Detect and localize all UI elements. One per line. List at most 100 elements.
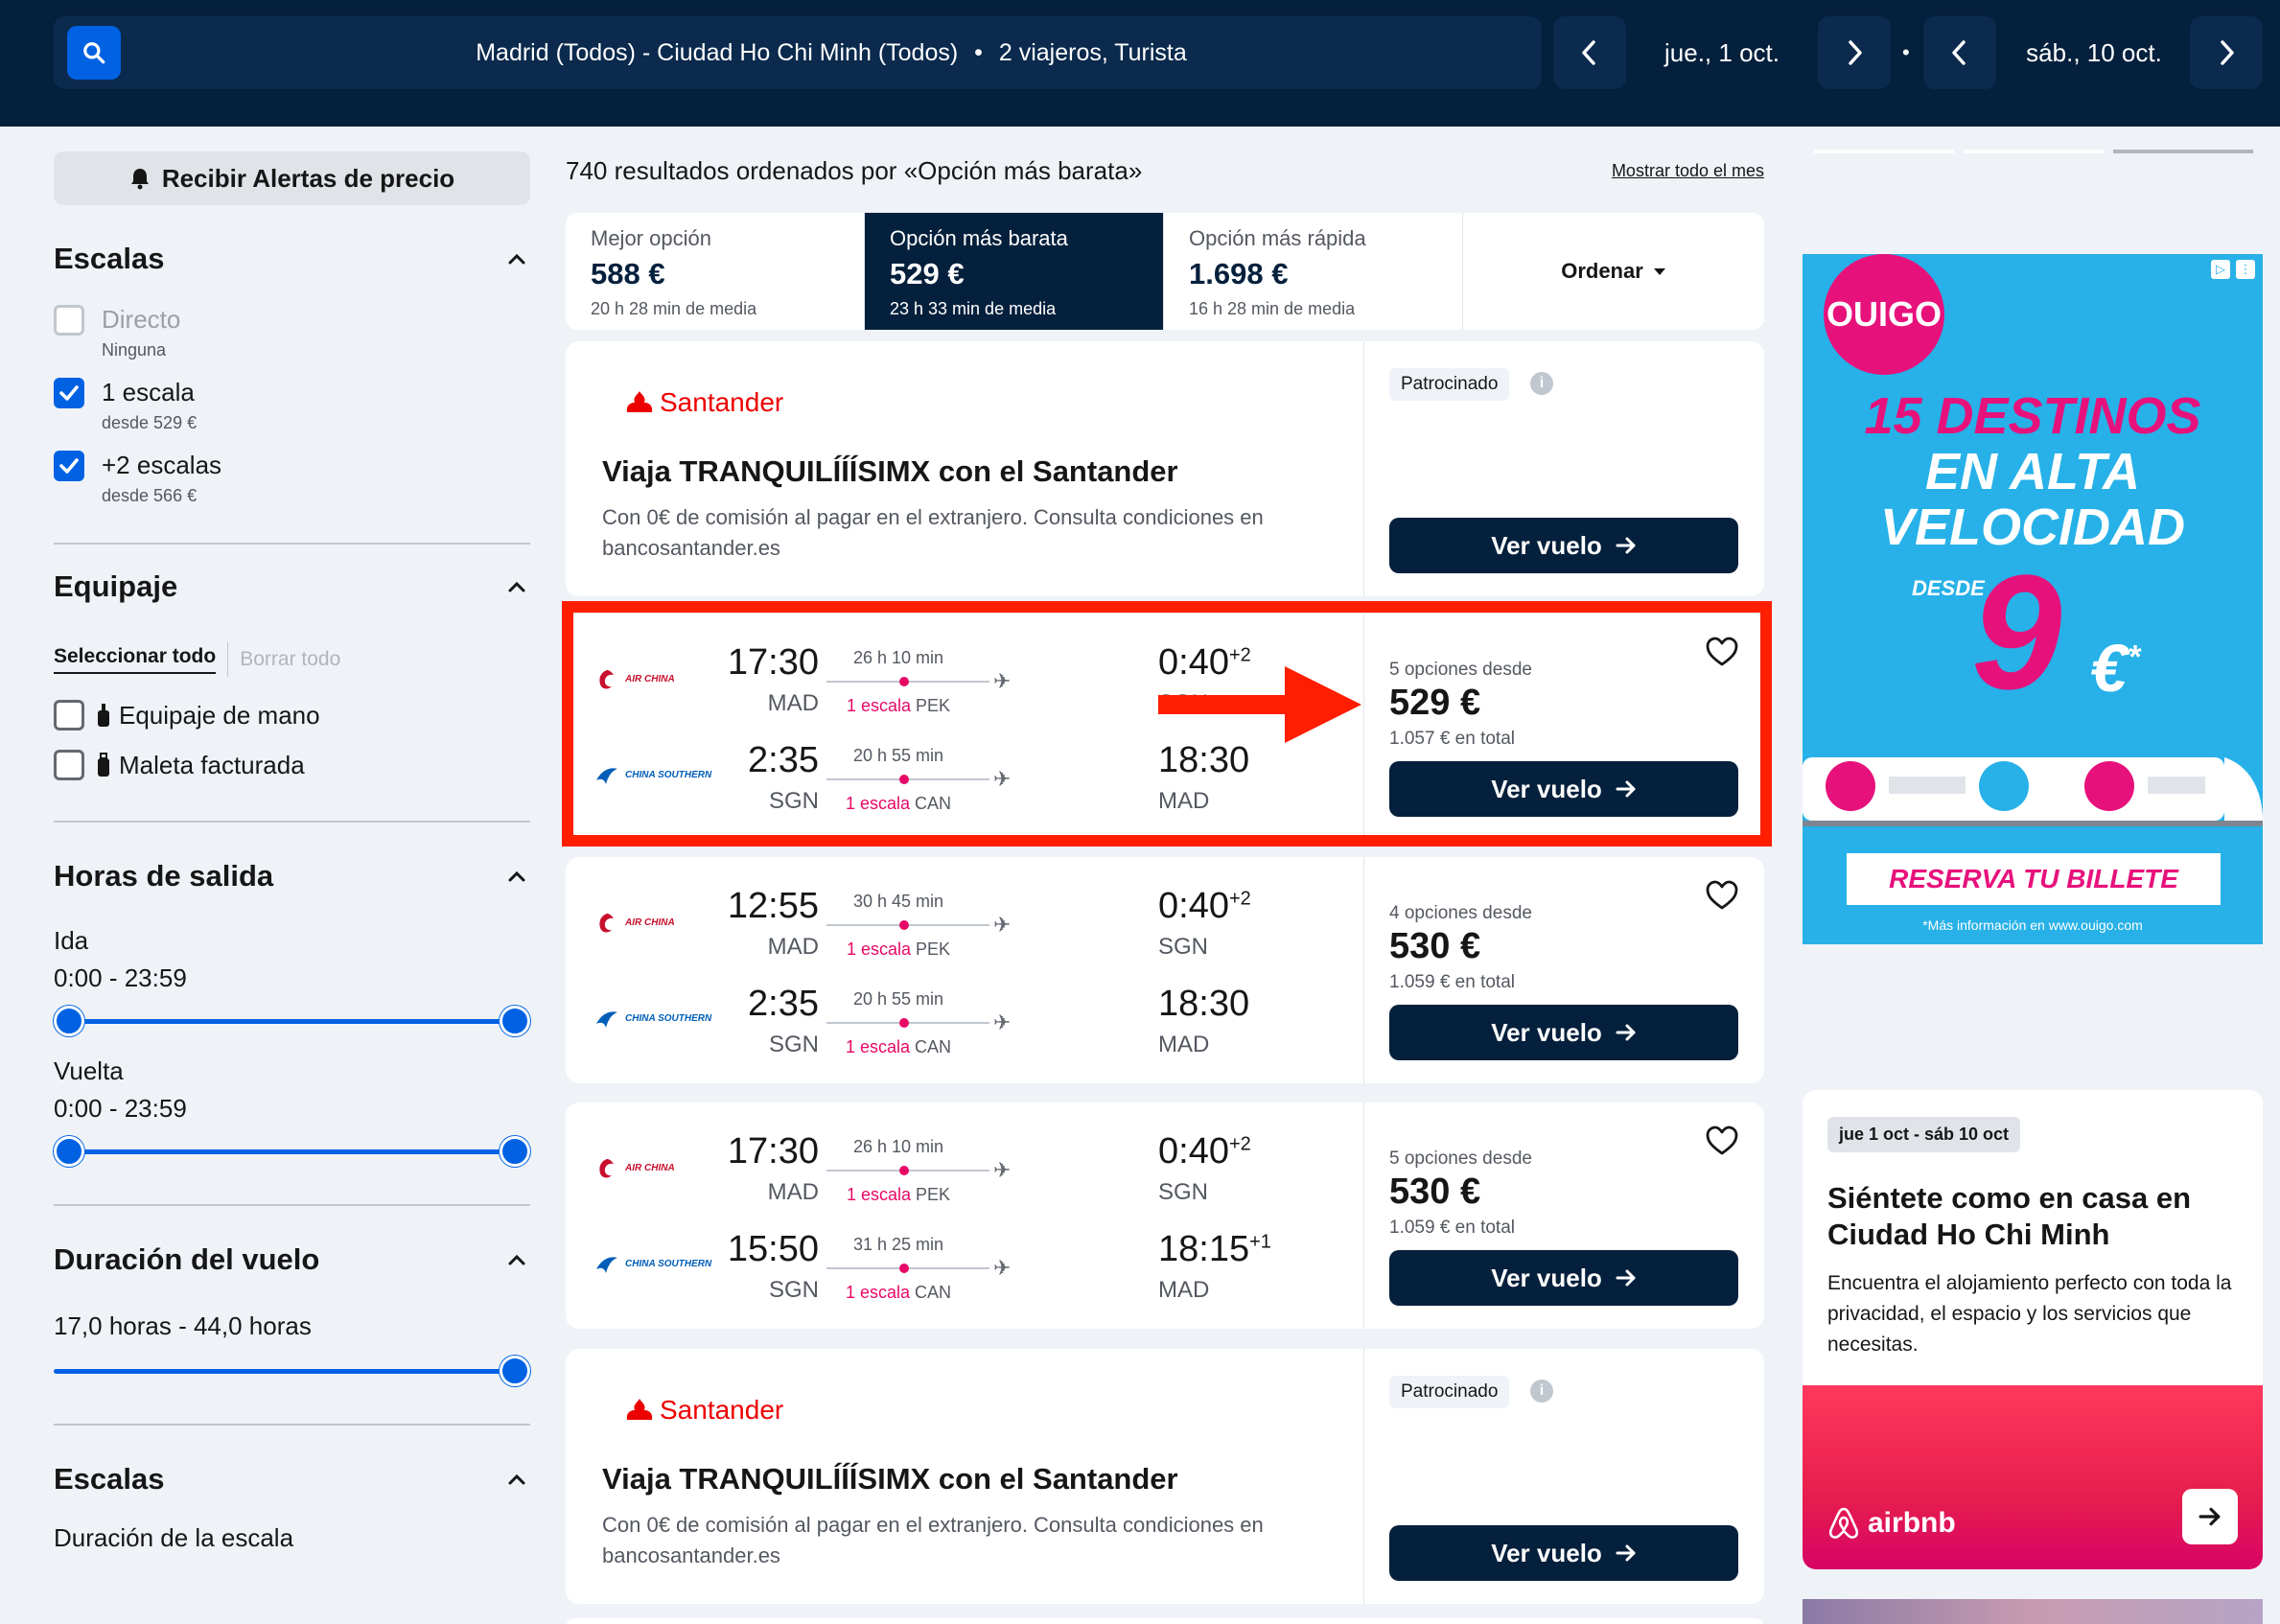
sponsored-badge: Patrocinado [1389, 368, 1510, 401]
checkbox-checked-bag[interactable] [54, 750, 84, 780]
day-offset: +1 [1249, 1231, 1271, 1253]
total-price: 1.059 € en total [1389, 972, 1515, 992]
view-flight-button[interactable]: Ver vuelo [1389, 1005, 1738, 1060]
clear-all-baggage[interactable]: Borrar todo [240, 648, 340, 671]
ad-description: Con 0€ de comisión al pagar en el extran… [602, 505, 1264, 560]
china-southern-logo-icon [596, 1011, 617, 1028]
flight-leg-inbound: CHINA SOUTHERN 2:35 SGN 20 h 55 min ✈ 1 escal… [566, 976, 1363, 1072]
arrival-airport: MAD [1158, 1277, 1210, 1303]
divider [54, 1424, 530, 1426]
filters-sidebar: Recibir Alertas de precio Escalas Direct… [54, 151, 530, 1553]
next-depart-date-button[interactable] [1818, 16, 1891, 89]
slider-handle-max[interactable] [500, 1006, 530, 1036]
heart-icon[interactable] [1705, 1124, 1739, 1158]
ad-title: Viaja TRANQUILÍÍÍSIMX con el Santander [602, 454, 1178, 488]
search-button[interactable] [67, 26, 121, 80]
checkbox-carry-on[interactable] [54, 700, 84, 731]
santander-flame-icon [626, 391, 653, 412]
flight-result-card[interactable]: AIR CHINA 12:55 MAD 30 h 45 min ✈ 1 escala PE… [566, 857, 1764, 1083]
ad-open-button[interactable] [2182, 1489, 2238, 1544]
tab-best[interactable]: Mejor opción 588 € 20 h 28 min de media [566, 213, 865, 330]
tab-cheapest[interactable]: Opción más barata 529 € 23 h 33 min de m… [865, 213, 1164, 330]
duration-filter-header[interactable]: Duración del vuelo [54, 1242, 530, 1277]
baggage-option-carry-on[interactable]: Equipaje de mano [54, 700, 530, 731]
arrow-right-icon [1616, 1544, 1636, 1562]
depart-date[interactable]: jue., 1 oct. [1630, 16, 1814, 89]
arrow-right-icon [1616, 1269, 1636, 1287]
chevron-right-icon [2221, 40, 2234, 65]
tab-fastest[interactable]: Opción más rápida 1.698 € 16 h 28 min de… [1164, 213, 1463, 330]
prev-depart-date-button[interactable] [1553, 16, 1626, 89]
departure-airport: SGN [768, 1032, 819, 1057]
chevron-up-icon [508, 1254, 525, 1265]
return-date[interactable]: sáb., 10 oct. [2000, 16, 2188, 89]
view-flight-button[interactable]: Ver vuelo [1389, 1525, 1738, 1581]
view-flight-button[interactable]: Ver vuelo [1389, 1250, 1738, 1306]
select-all-baggage[interactable]: Seleccionar todo [54, 645, 217, 674]
price-alert-button[interactable]: Recibir Alertas de precio [54, 151, 530, 205]
chevron-left-icon [1582, 40, 1595, 65]
sponsored-badge: Patrocinado [1389, 1376, 1510, 1408]
arrival-time: 18:15+1 [1158, 1229, 1271, 1269]
slider-handle-max[interactable] [500, 1356, 530, 1386]
air-china-logo-icon [599, 914, 614, 933]
price: 530 € [1389, 1172, 1481, 1212]
stops-info: 1 escala PEK [846, 940, 951, 959]
airbnb-icon [1828, 1507, 1859, 1539]
more-options-icon: ⋮ [2236, 260, 2255, 279]
flight-result-card[interactable]: AIR CHINA 17:30 MAD 26 h 10 min ✈ 1 escala PE… [566, 1102, 1764, 1329]
flight-duration: 30 h 45 min [852, 892, 944, 911]
carry-on-bag-icon [98, 704, 109, 727]
return-range: 0:00 - 23:59 [54, 1094, 187, 1123]
next-return-date-button[interactable] [2190, 16, 2263, 89]
slider-handle-min[interactable] [54, 1006, 84, 1036]
caret-down-icon [1653, 268, 1665, 275]
departure-time: 12:55 [727, 886, 819, 926]
checkbox-one-stop[interactable] [54, 378, 84, 408]
slider-handle-min[interactable] [54, 1136, 84, 1167]
search-summary[interactable]: Madrid (Todos) - Ciudad Ho Chi Minh (Tod… [54, 16, 1542, 89]
layover-duration-label: Duración de la escala [54, 1523, 294, 1552]
airline-logo: CHINA SOUTHERN [594, 1009, 711, 1030]
stop-dot [899, 1166, 909, 1175]
baggage-option-checked[interactable]: Maleta facturada [54, 750, 530, 780]
stops-option-two-plus[interactable]: +2 escalas desde 566 € [54, 451, 530, 506]
next-result-card-edge [566, 1618, 1764, 1624]
info-icon[interactable]: i [1530, 1380, 1553, 1403]
checkbox-direct[interactable] [54, 305, 84, 336]
show-month-link[interactable]: Mostrar todo el mes [1612, 161, 1764, 181]
chevron-up-icon [508, 1473, 525, 1485]
airbnb-ad[interactable]: jue 1 oct - sáb 10 oct Siéntete como en … [1803, 1090, 2263, 1569]
baggage-filter-header[interactable]: Equipaje [54, 569, 530, 604]
prev-return-date-button[interactable] [1923, 16, 1996, 89]
sort-tabs: Mejor opción 588 € 20 h 28 min de media … [566, 213, 1764, 330]
arrow-right-icon [2199, 1507, 2221, 1526]
stops-option-one[interactable]: 1 escala desde 529 € [54, 378, 530, 433]
departure-airport: SGN [768, 1277, 819, 1303]
stops-option-direct[interactable]: Directo Ninguna [54, 305, 530, 360]
date-separator: • [1902, 40, 1910, 64]
outbound-time-slider[interactable] [54, 1005, 530, 1037]
return-time-slider[interactable] [54, 1135, 530, 1168]
duration-slider[interactable] [54, 1355, 530, 1387]
heart-icon[interactable] [1705, 878, 1739, 913]
ouigo-cta-button[interactable]: RESERVA TU BILLETE [1847, 853, 2221, 905]
layover-filter-header[interactable]: Escalas [54, 1462, 530, 1496]
stop-dot [899, 1264, 909, 1273]
airline-logo: CHINA SOUTHERN [594, 1254, 711, 1275]
slider-handle-max[interactable] [500, 1136, 530, 1167]
arrow-right-icon [1616, 537, 1636, 554]
sponsored-card: Santander Viaja TRANQUILÍÍÍSIMX con el S… [566, 1349, 1764, 1604]
day-offset: +2 [1228, 1133, 1251, 1155]
ad-choices[interactable]: ▷ ⋮ [2211, 260, 2255, 279]
stops-filter-header[interactable]: Escalas [54, 242, 530, 276]
ouigo-ad[interactable]: ▷ ⋮ OUIGO 15 DESTINOS EN ALTA VELOCIDAD D… [1803, 254, 2263, 944]
sort-dropdown[interactable]: Ordenar [1463, 213, 1764, 330]
options-count: 4 opciones desde [1389, 903, 1532, 923]
checkbox-two-plus-stops[interactable] [54, 451, 84, 481]
chevron-up-icon [508, 253, 525, 265]
departure-times-header[interactable]: Horas de salida [54, 859, 530, 893]
arrival-time: 18:30 [1158, 984, 1250, 1024]
info-icon[interactable]: i [1530, 372, 1553, 395]
view-flight-button[interactable]: Ver vuelo [1389, 518, 1738, 573]
